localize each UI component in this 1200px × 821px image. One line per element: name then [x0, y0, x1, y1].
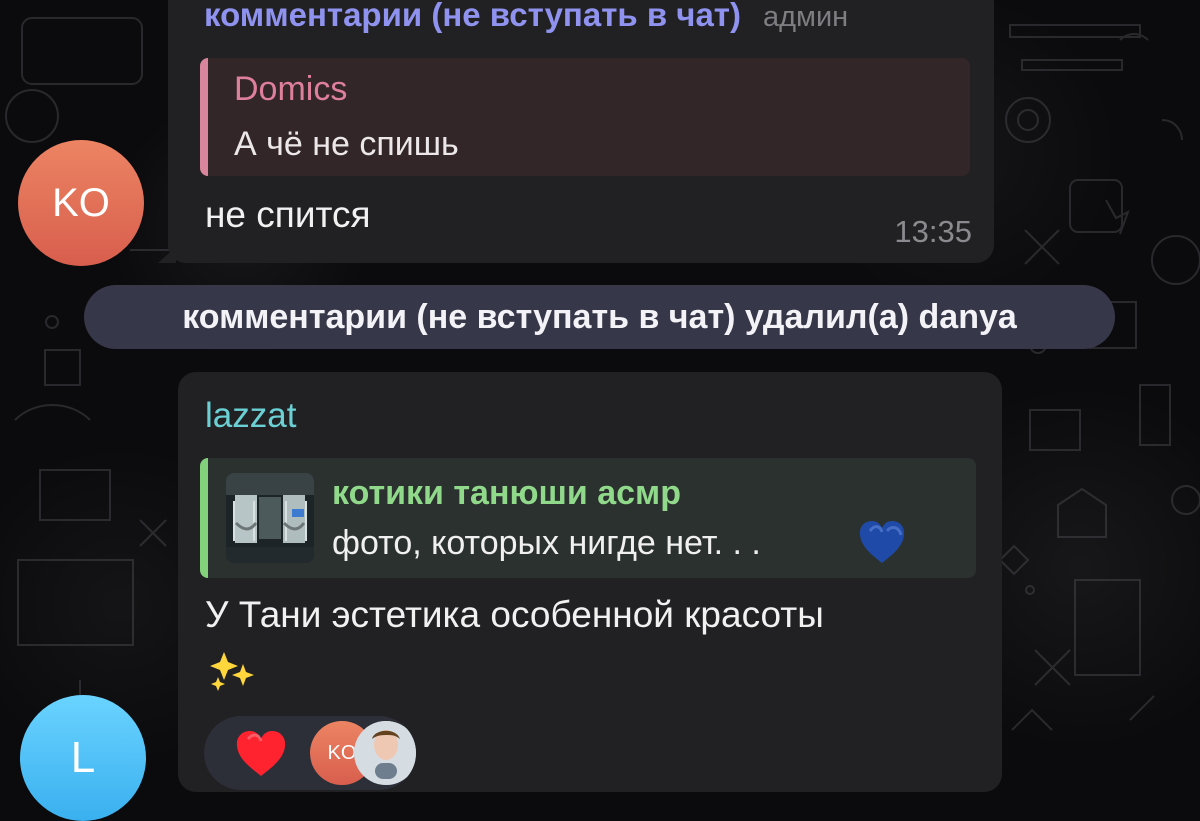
- reply-accent-bar: [200, 458, 208, 578]
- message-text: не спится: [205, 194, 371, 235]
- heart-icon: [859, 521, 905, 563]
- service-message: комментарии (не вступать в чат) удалил(а…: [84, 285, 1115, 349]
- sparkles-icon: [210, 652, 254, 691]
- metro-car-thumbnail: [226, 473, 314, 563]
- reaction-chip[interactable]: KO: [204, 716, 416, 790]
- message-time: 13:35: [894, 214, 972, 249]
- sender-avatar-l[interactable]: L: [20, 695, 146, 821]
- reaction-avatar-initials: KO: [327, 741, 357, 764]
- avatar-initials: L: [70, 733, 96, 782]
- reply-author: котики танюши асмр: [332, 474, 681, 512]
- service-message-text: комментарии (не вступать в чат) удалил(а…: [182, 297, 1017, 336]
- reply-thumbnail-image[interactable]: [226, 473, 314, 563]
- reply-accent-bar: [200, 58, 208, 176]
- red-heart-icon: [236, 731, 286, 776]
- sender-avatar-ko[interactable]: KO: [18, 140, 144, 266]
- reply-preview[interactable]: котики танюши асмр фото, которых нигде н…: [200, 458, 976, 578]
- sender-role-badge: админ: [762, 1, 849, 33]
- reaction-avatar-photo[interactable]: [354, 721, 416, 785]
- reply-text: А чё не спишь: [234, 125, 459, 163]
- reply-text: фото, которых нигде нет. . .: [332, 524, 761, 562]
- message-bubble-top[interactable]: комментарии (не вступать в чат) админ Do…: [168, 0, 994, 263]
- reply-author: Domics: [234, 70, 348, 108]
- message-text: У Тани эстетика особенной красоты: [205, 594, 824, 635]
- profile-photo-avatar: [354, 721, 416, 785]
- sender-name[interactable]: комментарии (не вступать в чат): [204, 0, 741, 34]
- reply-preview[interactable]: Domics А чё не спишь: [200, 58, 970, 176]
- sender-name[interactable]: lazzat: [205, 396, 296, 436]
- message-sender-line: комментарии (не вступать в чат) админ: [204, 0, 848, 34]
- avatar-initials: KO: [52, 180, 110, 225]
- message-bubble-bottom[interactable]: lazzat котики танюши асмр фото, которых …: [178, 372, 1002, 792]
